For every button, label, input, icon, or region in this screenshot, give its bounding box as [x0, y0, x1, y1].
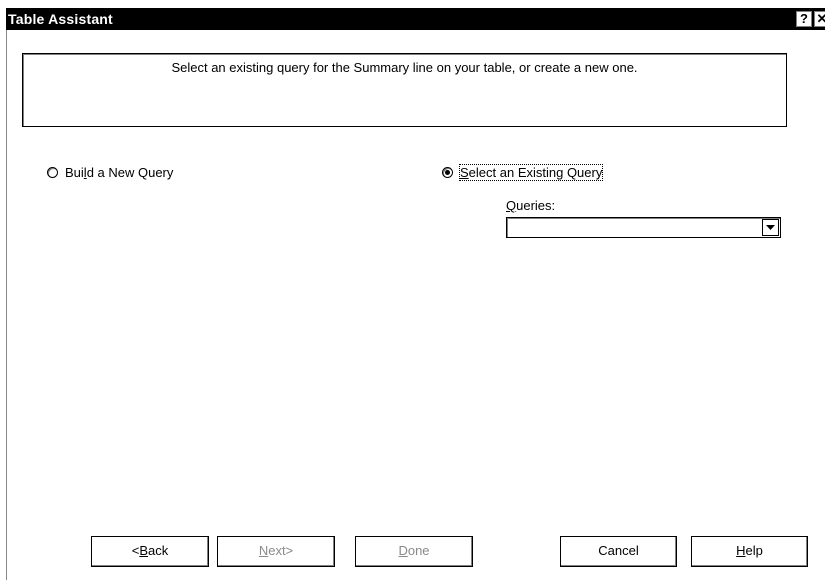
chevron-down-icon: [766, 224, 775, 230]
help-button[interactable]: Help: [691, 536, 808, 567]
queries-dropdown[interactable]: [506, 217, 781, 238]
back-button[interactable]: <Back: [91, 536, 209, 567]
question-mark-icon: ?: [800, 11, 808, 26]
next-button[interactable]: Next>: [217, 536, 335, 567]
done-button[interactable]: Done: [355, 536, 473, 567]
queries-label: Queries:: [506, 198, 556, 213]
close-icon: ✕: [816, 11, 825, 26]
dropdown-arrow-button[interactable]: [762, 219, 779, 236]
cancel-button[interactable]: Cancel: [560, 536, 677, 567]
radio-unselected-icon: [47, 167, 58, 178]
dialog-body: Select an existing query for the Summary…: [6, 30, 825, 580]
radio-select-existing-query-label: Select an Existing Query: [458, 164, 604, 181]
instructions-panel: Select an existing query for the Summary…: [22, 53, 787, 127]
title-bar: Table Assistant ? ✕: [6, 8, 825, 30]
radio-build-new-query[interactable]: Build a New Query: [47, 165, 173, 180]
radio-select-existing-query[interactable]: Select an Existing Query: [442, 164, 604, 181]
window-title: Table Assistant: [8, 11, 113, 27]
radio-build-new-query-label: Build a New Query: [65, 165, 174, 180]
instructions-text: Select an existing query for the Summary…: [171, 60, 638, 75]
close-button[interactable]: ✕: [814, 11, 825, 27]
radio-selected-icon: [442, 167, 453, 178]
help-title-button[interactable]: ?: [796, 11, 812, 27]
